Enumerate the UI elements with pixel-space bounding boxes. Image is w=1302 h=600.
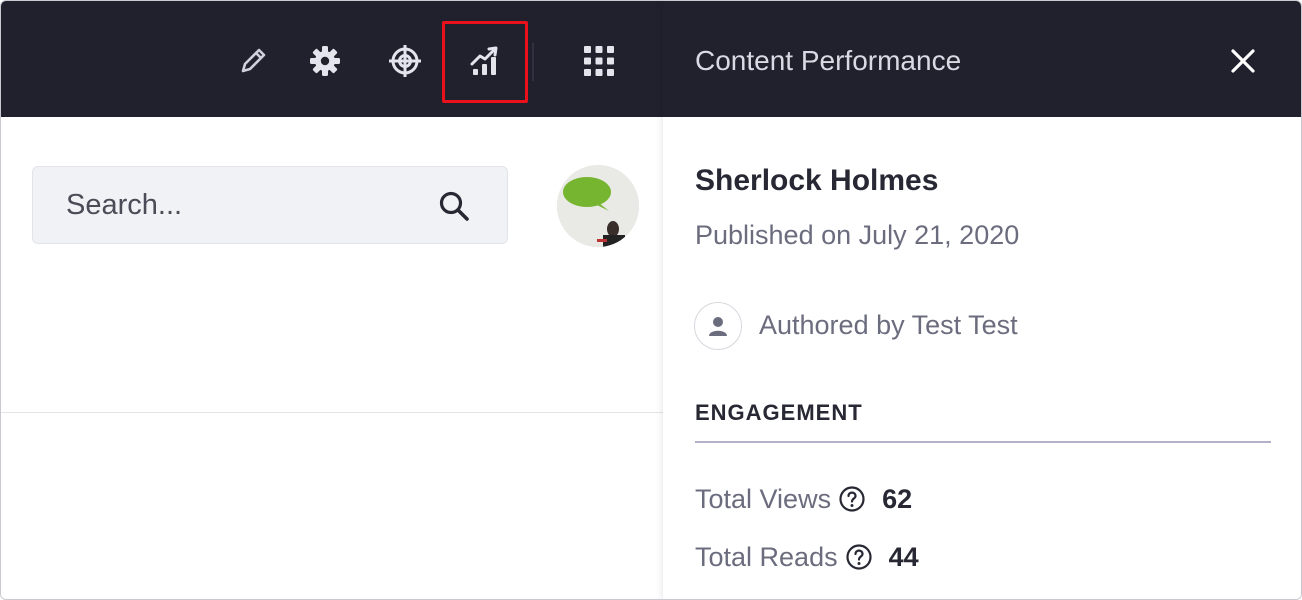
section-heading-engagement: ENGAGEMENT [695,400,863,425]
article-title: Sherlock Holmes [695,164,939,197]
metric-label: Total Reads [695,541,838,572]
pencil-icon[interactable] [233,41,273,81]
section-divider [695,441,1271,443]
panel-header: Content Performance [663,1,1301,117]
avatar[interactable] [557,165,639,247]
grid-apps-icon[interactable] [579,41,619,81]
metric-value: 44 [888,541,919,572]
content-divider [1,412,663,413]
search-placeholder: Search... [66,189,183,221]
search-icon[interactable] [437,189,471,223]
gear-icon[interactable] [305,41,345,81]
search-input[interactable]: Search... [32,166,508,244]
close-icon[interactable] [1227,45,1259,77]
published-date: Published on July 21, 2020 [695,220,1020,250]
toolbar-divider [532,43,534,81]
user-icon [709,317,727,336]
content-performance-panel: Content Performance Sherlock Holmes Publ… [663,1,1301,599]
author-avatar [694,302,742,350]
panel-title: Content Performance [695,45,962,76]
highlight-box [442,21,528,103]
metric-total-reads: Total Reads 44 [695,539,919,575]
target-icon[interactable] [385,41,425,81]
metric-total-views: Total Views 62 [695,481,912,517]
metric-value: 62 [882,483,913,514]
author-label: Authored by Test Test [759,310,1018,340]
app-frame: Search... Content Performance Sherlock H… [0,0,1302,600]
help-icon[interactable] [838,485,866,513]
help-icon[interactable] [845,543,873,571]
top-toolbar [1,1,663,117]
metric-label: Total Views [695,483,832,514]
